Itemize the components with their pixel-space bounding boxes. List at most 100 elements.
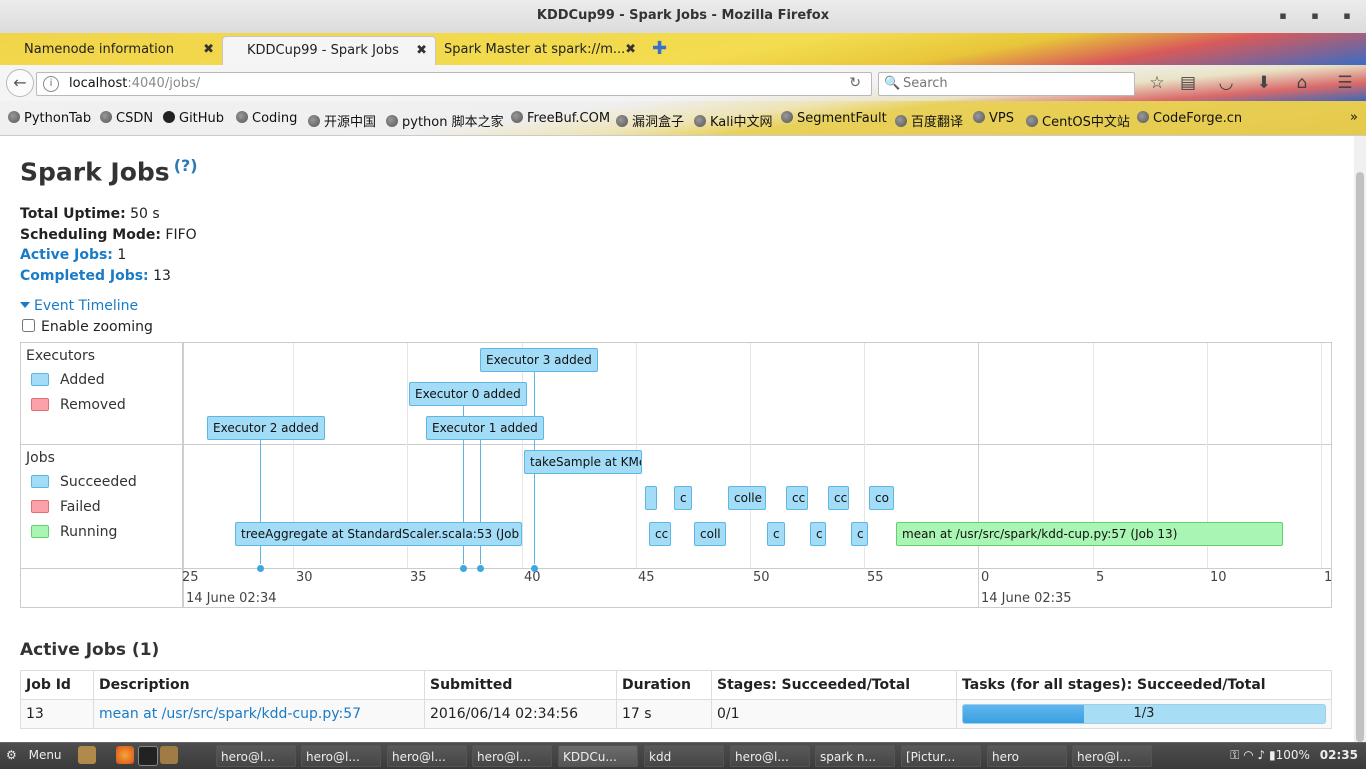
job-bar[interactable] xyxy=(645,486,657,510)
bookmark-freebuf[interactable]: FreeBuf.COM xyxy=(511,111,610,126)
job-bar[interactable]: cc xyxy=(649,522,671,546)
timeline-plot[interactable]: 25 30 35 40 45 50 55 0 5 10 1 14 June 02… xyxy=(183,343,1331,607)
taskbar-window[interactable]: hero@l... xyxy=(472,745,552,767)
downloads-icon[interactable]: ⬇ xyxy=(1253,73,1275,93)
job-bar[interactable]: c xyxy=(851,522,868,546)
back-arrow-icon[interactable]: ← xyxy=(6,69,34,97)
header-submitted[interactable]: Submitted xyxy=(424,670,617,700)
globe-icon xyxy=(616,115,628,127)
bookmark-segmentfault[interactable]: SegmentFault xyxy=(781,111,887,126)
taskbar-window[interactable]: kdd xyxy=(644,745,724,767)
legend-swatch xyxy=(31,500,49,513)
taskbar-window[interactable]: hero@l... xyxy=(216,745,296,767)
tab-namenode[interactable]: Namenode information ✖ xyxy=(0,36,222,65)
job-bar[interactable]: co xyxy=(869,486,894,510)
close-tab-icon[interactable]: ✖ xyxy=(416,43,427,58)
window-titlebar: KDDCup99 - Spark Jobs - Mozilla Firefox … xyxy=(0,0,1366,34)
bookmark-vps[interactable]: VPS xyxy=(973,111,1014,126)
tab-spark-master[interactable]: Spark Master at spark://m... ✖ xyxy=(436,36,644,65)
job-bar-running[interactable]: mean at /usr/src/spark/kdd-cup.py:57 (Jo… xyxy=(896,522,1283,546)
header-stages[interactable]: Stages: Succeeded/Total xyxy=(711,670,957,700)
close-window-icon[interactable]: ▪ xyxy=(1340,9,1354,23)
bookmark-csdn[interactable]: CSDN xyxy=(100,111,153,126)
globe-icon xyxy=(781,111,793,123)
url-text[interactable]: localhost:4040/jobs/ xyxy=(69,76,200,91)
taskbar-window[interactable]: [Pictur... xyxy=(901,745,981,767)
taskbar-window[interactable]: hero xyxy=(987,745,1067,767)
bookmark-kali[interactable]: Kali中文网 xyxy=(694,111,773,130)
taskbar-window-firefox[interactable]: KDDCu... xyxy=(558,745,638,767)
job-bar[interactable]: colle xyxy=(728,486,766,510)
volume-icon[interactable]: ♪ xyxy=(1258,748,1266,762)
bookmark-baidu-translate[interactable]: 百度翻译 xyxy=(895,111,963,130)
job-description-link[interactable]: mean at /usr/src/spark/kdd-cup.py:57 xyxy=(99,706,361,722)
reload-icon[interactable]: ↻ xyxy=(849,75,861,91)
taskbar-window[interactable]: hero@l... xyxy=(387,745,467,767)
bookmark-centos[interactable]: CentOS中文站 xyxy=(1026,111,1130,130)
header-duration[interactable]: Duration xyxy=(616,670,712,700)
taskbar-window[interactable]: hero@l... xyxy=(730,745,810,767)
job-bar[interactable]: cc xyxy=(786,486,808,510)
bookmark-oschina[interactable]: 开源中国 xyxy=(308,111,376,130)
clock[interactable]: 02:35 xyxy=(1320,748,1358,762)
tab-spark-jobs[interactable]: KDDCup99 - Spark Jobs ✖ xyxy=(222,36,436,65)
files-launcher-icon[interactable] xyxy=(78,746,96,764)
search-input[interactable] xyxy=(901,75,1125,92)
battery-icon[interactable]: ▮ xyxy=(1269,748,1276,762)
tick-label: 35 xyxy=(410,570,427,585)
bookmark-jb51[interactable]: python 脚本之家 xyxy=(386,111,504,130)
header-job-id[interactable]: Job Id xyxy=(20,670,94,700)
page-scrollbar[interactable] xyxy=(1354,136,1366,742)
executor-event[interactable]: Executor 1 added xyxy=(426,416,544,440)
folder-launcher-icon[interactable] xyxy=(160,746,178,764)
executor-event[interactable]: Executor 0 added xyxy=(409,382,527,406)
taskbar-window[interactable]: hero@l... xyxy=(1072,745,1152,767)
bookmark-coding[interactable]: Coding xyxy=(236,111,297,126)
job-bar[interactable]: c xyxy=(810,522,826,546)
bookmark-pythontab[interactable]: PythonTab xyxy=(8,111,91,126)
bookmark-vulbox[interactable]: 漏洞盒子 xyxy=(616,111,684,130)
reading-list-icon[interactable]: ▤ xyxy=(1177,73,1199,93)
bookmark-codeforge[interactable]: CodeForge.cn xyxy=(1137,111,1242,126)
url-bar[interactable]: i localhost:4040/jobs/ ↻ xyxy=(36,72,872,96)
job-bar[interactable]: takeSample at KMeans xyxy=(524,450,642,474)
job-bar[interactable]: treeAggregate at StandardScaler.scala:53… xyxy=(235,522,522,546)
executor-event[interactable]: Executor 2 added xyxy=(207,416,325,440)
network-icon[interactable]: ⚿ xyxy=(1230,748,1239,762)
info-icon[interactable]: i xyxy=(43,76,59,92)
bookmark-github[interactable]: GitHub xyxy=(163,111,224,126)
menu-hamburger-icon[interactable]: ☰ xyxy=(1334,73,1356,93)
event-timeline-toggle[interactable]: Event Timeline xyxy=(20,298,138,314)
enable-zooming-checkbox[interactable] xyxy=(22,319,35,332)
more-bookmarks-icon[interactable]: » xyxy=(1350,110,1358,125)
search-bar[interactable]: 🔍 xyxy=(878,72,1135,96)
firefox-launcher-icon[interactable] xyxy=(116,746,134,764)
bookmarks-toolbar: PythonTab CSDN GitHub Coding 开源中国 python… xyxy=(0,101,1366,136)
bookmark-star-icon[interactable]: ☆ xyxy=(1146,73,1168,93)
taskbar-window[interactable]: hero@l... xyxy=(301,745,381,767)
stages-cell: 0/1 xyxy=(711,699,957,729)
executor-event[interactable]: Executor 3 added xyxy=(480,348,598,372)
new-tab-icon[interactable]: ✚ xyxy=(652,38,667,59)
job-bar[interactable]: coll xyxy=(694,522,726,546)
job-bar[interactable]: c xyxy=(674,486,692,510)
wifi-icon[interactable]: ◠ xyxy=(1243,748,1253,762)
close-tab-icon[interactable]: ✖ xyxy=(203,42,214,57)
terminal-launcher-icon[interactable] xyxy=(138,746,158,766)
completed-jobs-link[interactable]: Completed Jobs: xyxy=(20,268,149,284)
header-description[interactable]: Description xyxy=(93,670,425,700)
header-tasks[interactable]: Tasks (for all stages): Succeeded/Total xyxy=(956,670,1332,700)
minimize-icon[interactable]: ▪ xyxy=(1276,9,1290,23)
help-link[interactable]: (?) xyxy=(174,156,198,175)
start-menu[interactable]: ⚙ Menu xyxy=(6,748,62,762)
job-bar[interactable]: c xyxy=(767,522,785,546)
grid-line xyxy=(183,343,184,607)
close-tab-icon[interactable]: ✖ xyxy=(625,42,636,57)
home-icon[interactable]: ⌂ xyxy=(1291,73,1313,93)
active-jobs-link[interactable]: Active Jobs: xyxy=(20,247,113,263)
scrollbar-thumb[interactable] xyxy=(1356,172,1364,742)
job-bar[interactable]: cc xyxy=(828,486,849,510)
pocket-icon[interactable]: ◡ xyxy=(1215,73,1237,93)
taskbar-window[interactable]: spark n... xyxy=(815,745,895,767)
maximize-icon[interactable]: ▪ xyxy=(1308,9,1322,23)
